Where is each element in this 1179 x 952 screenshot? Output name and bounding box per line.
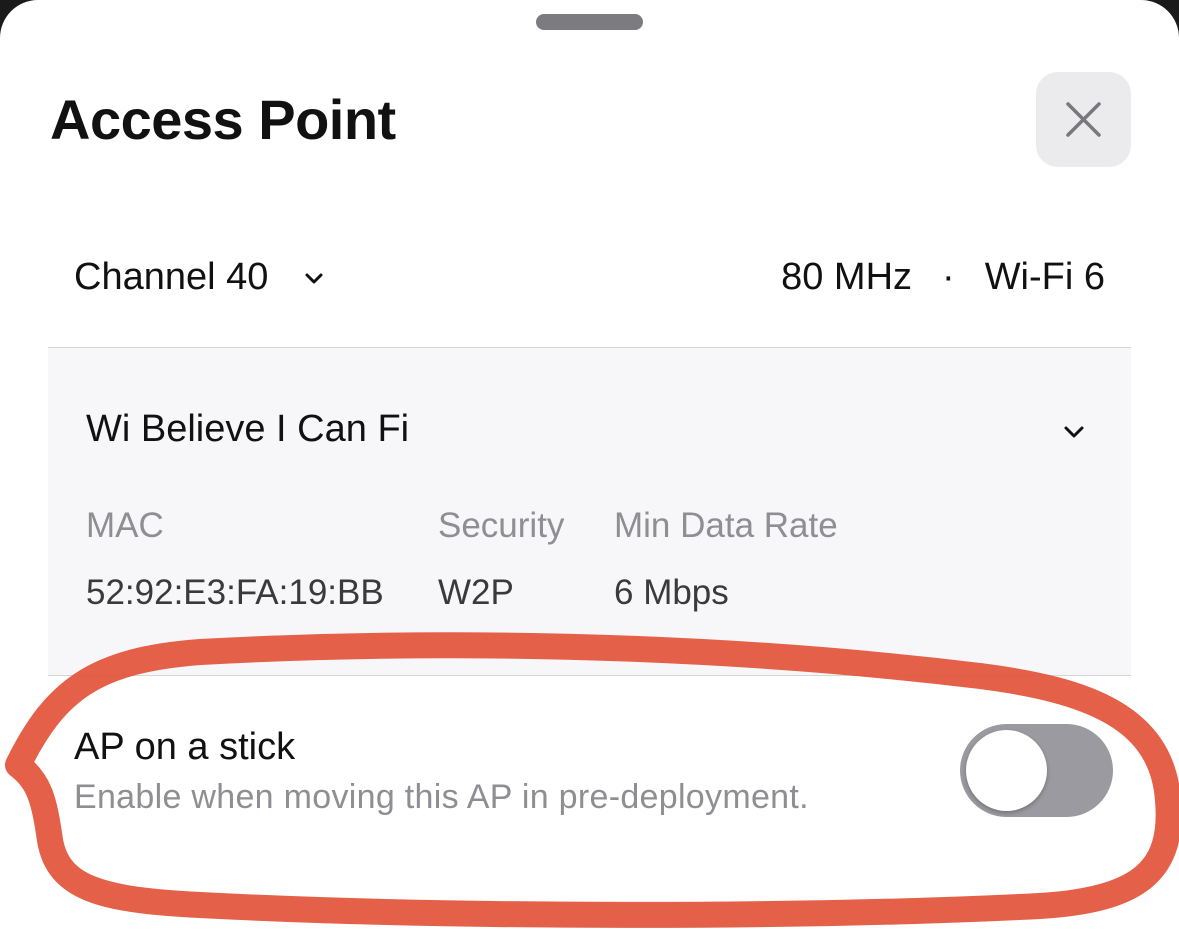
ssid-panel[interactable]: Wi Believe I Can Fi MAC Security Min Dat… — [48, 347, 1131, 676]
wifi-standard-label: Wi-Fi 6 — [984, 255, 1105, 298]
ap-on-stick-title: AP on a stick — [74, 726, 296, 768]
toggle-knob — [966, 730, 1047, 811]
security-label: Security — [438, 506, 565, 545]
meta-separator: · — [942, 255, 955, 298]
mac-label: MAC — [86, 506, 164, 545]
channel-meta: 80 MHz · Wi-Fi 6 — [781, 252, 1105, 302]
mac-value: 52:92:E3:FA:19:BB — [86, 573, 384, 612]
close-icon — [1066, 102, 1101, 137]
min-data-rate-value: 6 Mbps — [614, 573, 729, 612]
min-data-rate-label: Min Data Rate — [614, 506, 838, 545]
channel-selector[interactable]: Channel 40 — [74, 252, 324, 302]
access-point-sheet: Access Point Channel 40 80 MHz · Wi-Fi 6… — [0, 0, 1179, 952]
chevron-down-icon — [305, 273, 323, 284]
bandwidth-label: 80 MHz — [781, 255, 913, 298]
close-button[interactable] — [1036, 72, 1131, 167]
ap-on-stick-description: Enable when moving this AP in pre-deploy… — [74, 778, 809, 816]
security-value: W2P — [438, 573, 514, 612]
page-title: Access Point — [50, 88, 396, 151]
sheet-grabber[interactable] — [536, 14, 643, 30]
chevron-down-icon[interactable] — [1063, 425, 1085, 439]
channel-label: Channel 40 — [74, 255, 269, 298]
ssid-name: Wi Believe I Can Fi — [86, 408, 410, 450]
channel-row: Channel 40 80 MHz · Wi-Fi 6 — [48, 232, 1131, 346]
ap-on-stick-toggle[interactable] — [960, 724, 1113, 817]
